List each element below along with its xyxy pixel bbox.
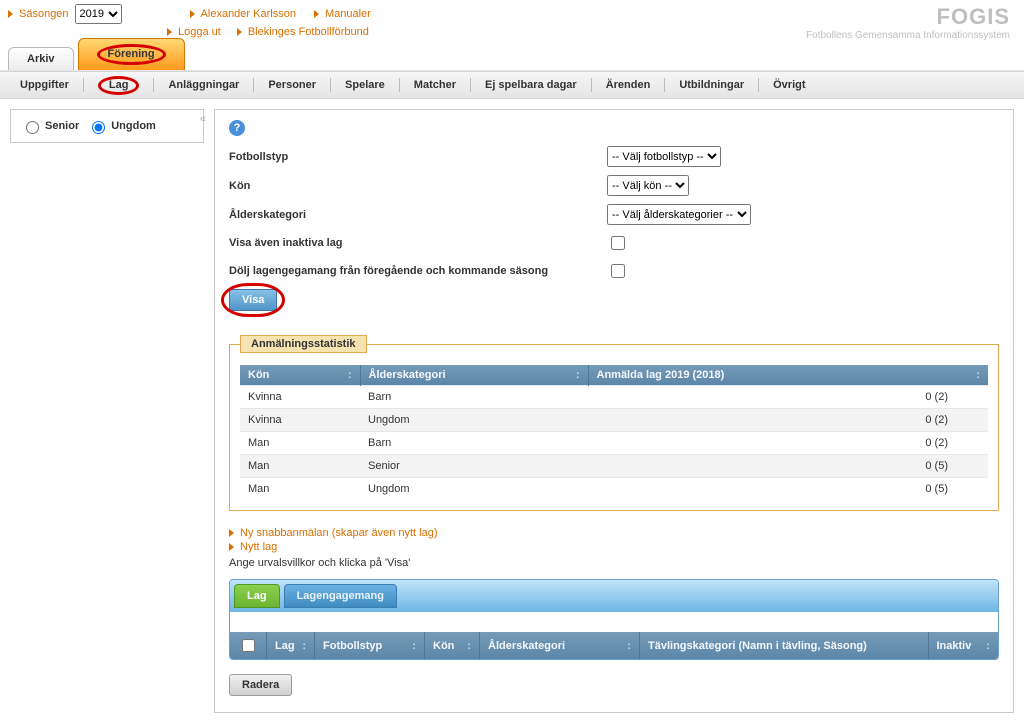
arrow-icon (229, 529, 234, 537)
nav-lag[interactable]: Lag (84, 71, 154, 99)
radio-ungdom[interactable]: Ungdom (87, 118, 156, 134)
topbar: Säsongen 2019 Alexander Karlsson Manuale… (0, 0, 1024, 70)
radio-senior[interactable]: Senior (21, 118, 79, 134)
alder-select[interactable]: -- Välj ålderskategorier -- (607, 204, 751, 225)
nav-matcher[interactable]: Matcher (400, 71, 470, 99)
nav-anlaggningar[interactable]: Anläggningar (154, 71, 253, 99)
teams-th-check[interactable] (230, 632, 267, 659)
quick-enroll-link[interactable]: Ny snabbanmälan (skapar även nytt lag) (240, 527, 438, 539)
radio-senior-input[interactable] (26, 121, 39, 134)
teams-th-kon[interactable]: Kön: (425, 632, 480, 659)
fotbollstyp-select[interactable]: -- Välj fotbollstyp -- (607, 146, 721, 167)
main-panel: ? Fotbollstyp -- Välj fotbollstyp -- Kön (214, 109, 1014, 713)
teams-th-tavling[interactable]: Tävlingskategori (Namn i tävling, Säsong… (640, 632, 929, 659)
arrow-icon (8, 10, 13, 18)
teams-th-lag[interactable]: Lag: (267, 632, 315, 659)
highlight-ring (221, 283, 285, 317)
arrow-icon (167, 28, 172, 36)
stats-fieldset: Anmälningsstatistik Kön: Ålderskategori:… (229, 335, 999, 511)
nav-ovrigt[interactable]: Övrigt (759, 71, 819, 99)
radio-ungdom-input[interactable] (92, 121, 105, 134)
brand-title: FOGIS (806, 4, 1010, 30)
navbar: UppgifterLagAnläggningarPersonerSpelareM… (0, 71, 1024, 99)
teams-select-all[interactable] (242, 639, 255, 652)
stats-row: ManBarn0 (2) (240, 432, 988, 455)
lower-tabs: Lag Lagengagemang Lag: Fotbollstyp: Kön: (229, 579, 999, 660)
stats-th-alder[interactable]: Ålderskategori: (360, 365, 588, 386)
nav-arenden[interactable]: Ärenden (592, 71, 665, 99)
visa-inactive-checkbox[interactable] (611, 236, 625, 250)
tab-lag[interactable]: Lag (234, 584, 280, 608)
logout-link[interactable]: Logga ut (178, 26, 221, 38)
teams-table: Lag: Fotbollstyp: Kön: Ålderskategori: T… (230, 632, 998, 659)
brand-subtitle: Fotbollens Gemensamma Informationssystem (806, 30, 1010, 41)
arrow-icon (237, 28, 242, 36)
stats-table: Kön: Ålderskategori: Anmälda lag 2019 (2… (240, 365, 988, 500)
shortcut-links: Ny snabbanmälan (skapar även nytt lag) N… (229, 527, 999, 569)
main-tabs: Arkiv Förening (8, 38, 185, 70)
nav-utbildningar[interactable]: Utbildningar (665, 71, 758, 99)
federation-link[interactable]: Blekinges Fotbollförbund (248, 26, 369, 38)
stats-legend: Anmälningsstatistik (240, 335, 367, 353)
stats-row: ManUngdom0 (5) (240, 478, 988, 501)
stats-row: ManSenior0 (5) (240, 455, 988, 478)
radera-button[interactable]: Radera (229, 674, 292, 696)
instruction-text: Ange urvalsvillkor och klicka på 'Visa' (229, 557, 999, 569)
sidebar: « Senior Ungdom (10, 109, 204, 713)
alder-label: Ålderskategori (229, 209, 607, 221)
kon-label: Kön (229, 180, 607, 192)
arrow-icon (229, 543, 234, 551)
teams-th-fotbollstyp[interactable]: Fotbollstyp: (315, 632, 425, 659)
stats-row: KvinnaUngdom0 (2) (240, 409, 988, 432)
manuals-link[interactable]: Manualer (325, 8, 371, 20)
nav-uppgifter[interactable]: Uppgifter (6, 71, 83, 99)
teams-th-inaktiv[interactable]: Inaktiv: (928, 632, 998, 659)
hide-engagement-label: Dölj lagengegamang från föregående och k… (229, 265, 607, 277)
kon-select[interactable]: -- Välj kön -- (607, 175, 689, 196)
nav-ejspelbara[interactable]: Ej spelbara dagar (471, 71, 591, 99)
tab-forening[interactable]: Förening (78, 38, 185, 70)
arrow-icon (190, 10, 195, 18)
nav-spelare[interactable]: Spelare (331, 71, 399, 99)
tab-lagengagemang[interactable]: Lagengagemang (284, 584, 397, 608)
nav-personer[interactable]: Personer (254, 71, 330, 99)
season-label: Säsongen (19, 8, 69, 20)
stats-th-kon[interactable]: Kön: (240, 365, 360, 386)
fotbollstyp-label: Fotbollstyp (229, 151, 607, 163)
season-select[interactable]: 2019 (75, 4, 122, 24)
brand: FOGIS Fotbollens Gemensamma Informations… (806, 4, 1010, 41)
hide-engagement-checkbox[interactable] (611, 264, 625, 278)
arrow-icon (314, 10, 319, 18)
collapse-icon[interactable]: « (200, 113, 206, 125)
stats-th-anmalda[interactable]: Anmälda lag 2019 (2018): (588, 365, 988, 386)
filters: Fotbollstyp -- Välj fotbollstyp -- Kön -… (229, 142, 999, 315)
stats-row: KvinnaBarn0 (2) (240, 386, 988, 409)
tab-arkiv[interactable]: Arkiv (8, 47, 74, 70)
teams-th-alder[interactable]: Ålderskategori: (480, 632, 640, 659)
visa-button[interactable]: Visa (229, 289, 277, 311)
new-team-link[interactable]: Nytt lag (240, 541, 277, 553)
visa-inactive-label: Visa även inaktiva lag (229, 237, 607, 249)
user-link[interactable]: Alexander Karlsson (201, 8, 296, 20)
help-icon[interactable]: ? (229, 120, 245, 136)
